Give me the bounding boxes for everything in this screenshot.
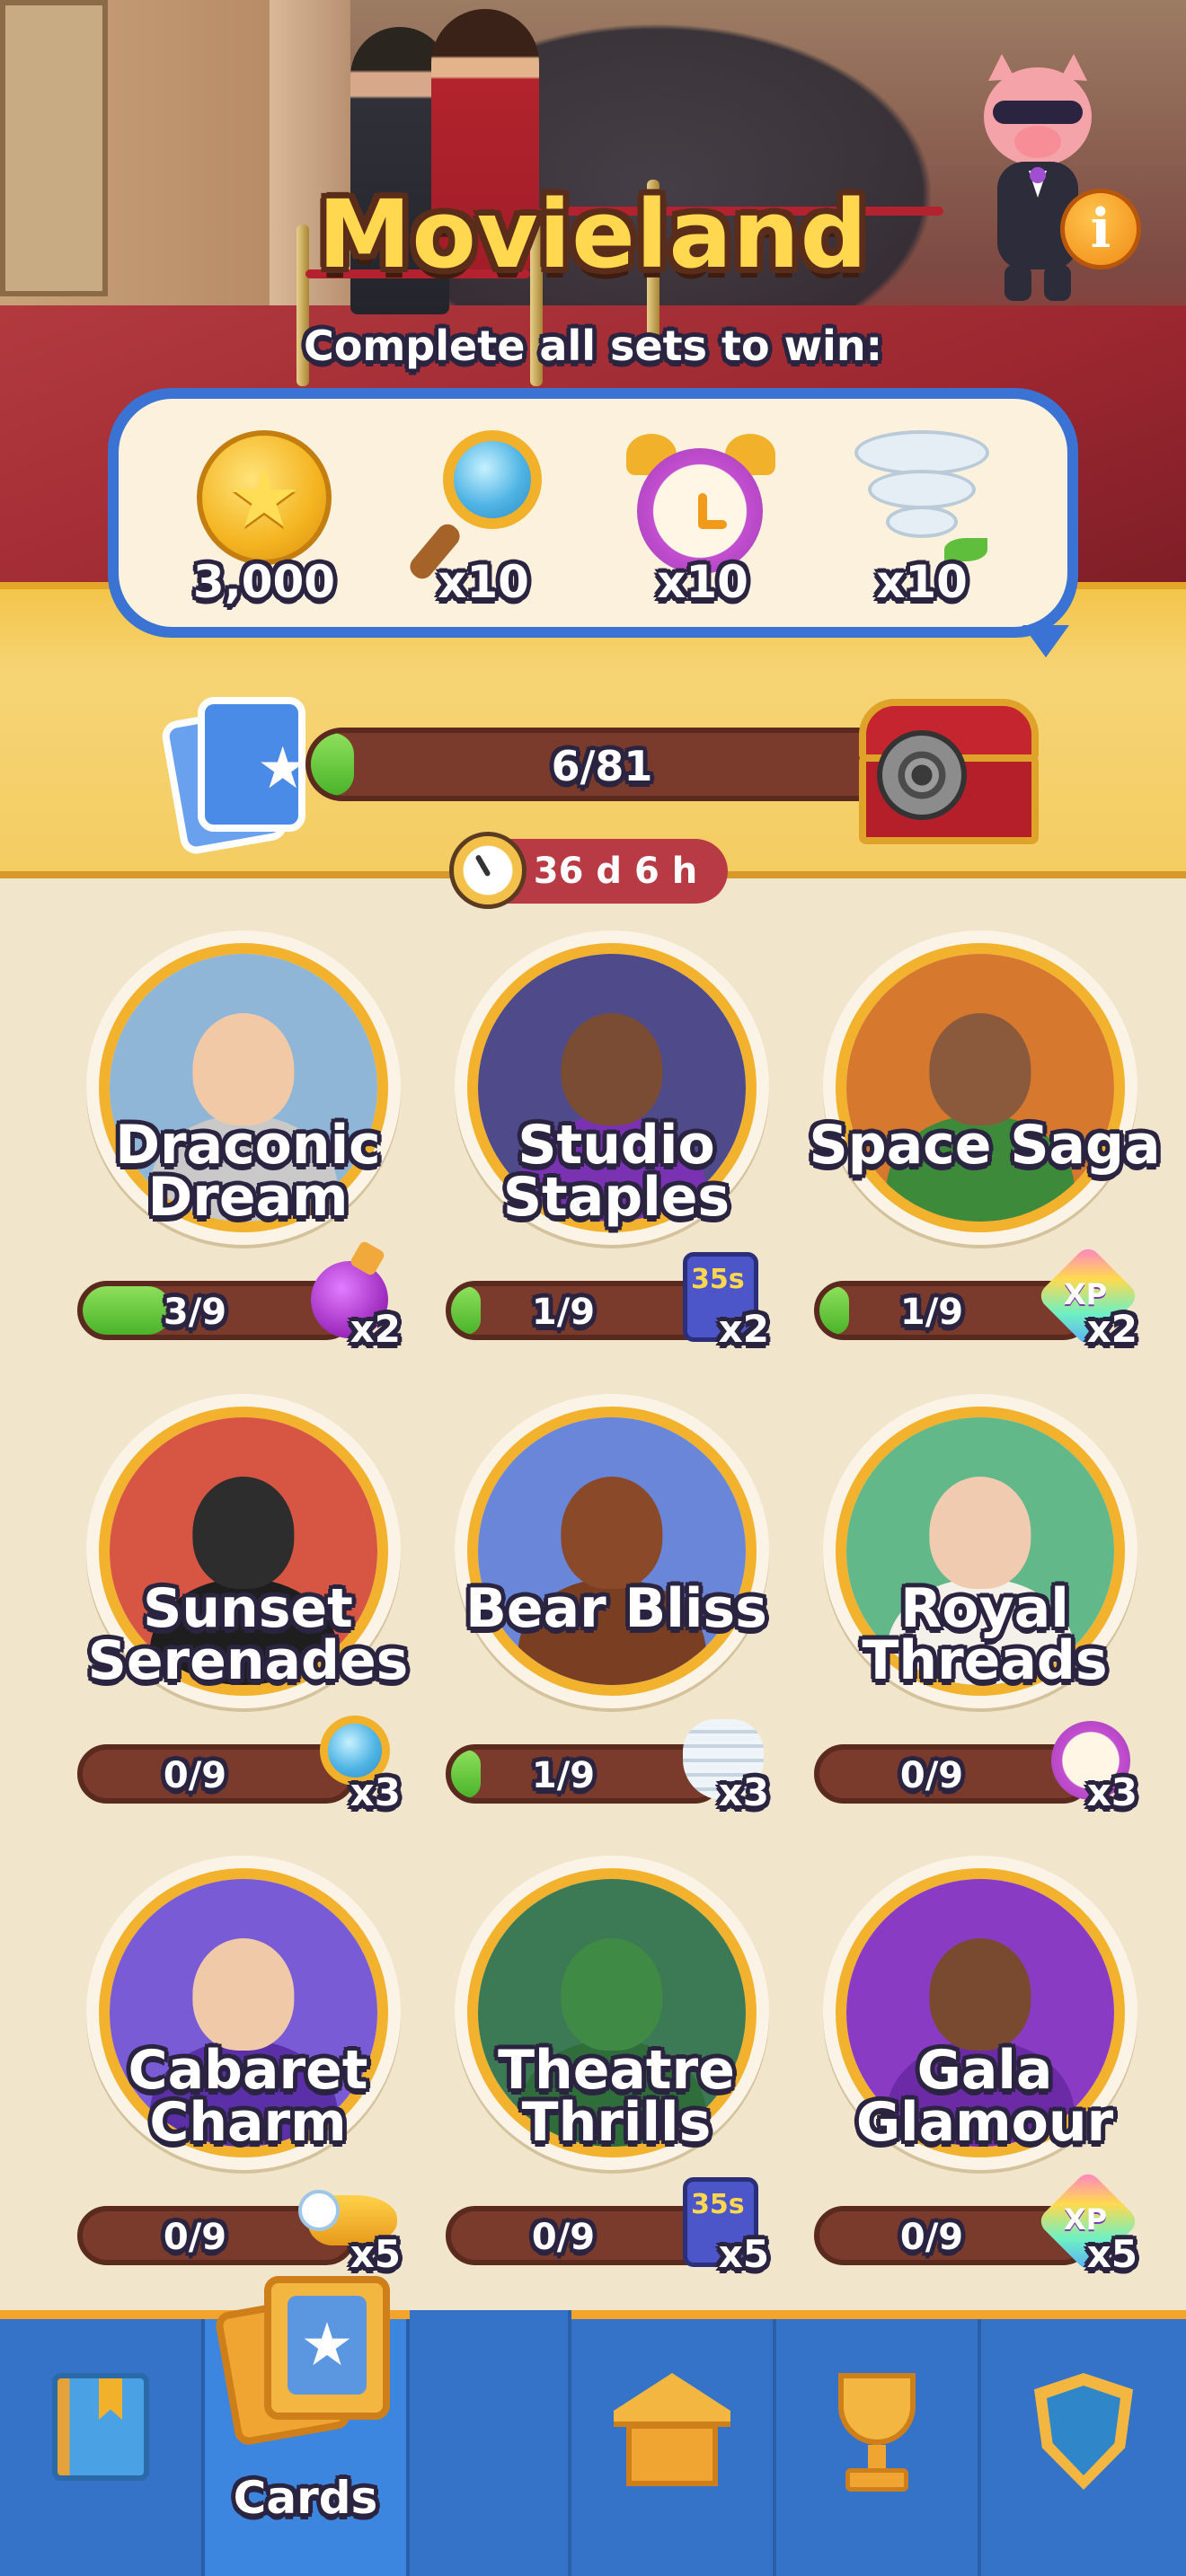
film-reel-icon — [877, 730, 967, 820]
reward-multiplier: x3 — [1086, 1770, 1137, 1814]
reward-tornado: x10 — [832, 414, 1012, 612]
battery-35s-icon: x2 — [670, 1252, 769, 1351]
event-title: Movieland — [317, 180, 869, 289]
bubble-pointer — [1022, 625, 1069, 657]
set-card[interactable]: Cabaret Charm 0/9 x5 — [59, 1856, 401, 2287]
set-progress-label: 1/9 — [531, 1292, 596, 1333]
home-icon — [614, 2373, 730, 2490]
event-timer: 36 d 6 h — [449, 832, 728, 909]
event-subtitle: Complete all sets to win: — [304, 322, 882, 370]
rocket-icon: x5 — [298, 2177, 401, 2276]
reward-multiplier: x2 — [718, 1307, 769, 1351]
reward-multiplier: x5 — [1086, 2232, 1137, 2276]
nav-tab-home[interactable] — [571, 2319, 776, 2576]
reward-multiplier: x5 — [718, 2232, 769, 2276]
reward-multiplier: x2 — [350, 1307, 401, 1351]
set-portrait — [823, 931, 1137, 1245]
set-name: Royal Threads — [862, 1577, 1108, 1692]
set-portrait — [455, 1394, 769, 1708]
tornado-icon: x3 — [670, 1716, 769, 1814]
set-card[interactable]: Gala Glamour 0/9 XP x5 — [796, 1856, 1140, 2287]
reward-quantity: 3,000 — [192, 556, 336, 608]
set-card[interactable]: Theatre Thrills 0/9 x5 — [428, 1856, 769, 2287]
set-progress-label: 0/9 — [163, 2217, 227, 2258]
set-card[interactable]: Sunset Serenades 0/9 x3 — [59, 1394, 408, 1825]
reward-quantity: x10 — [438, 556, 529, 608]
set-card[interactable]: Draconic Dream 3/9 x2 — [59, 931, 401, 1362]
set-progress-label: 0/9 — [899, 2217, 964, 2258]
nav-tab-spacer — [410, 2310, 571, 2576]
set-name: Space Saga — [809, 1114, 1161, 1177]
timer-label: 36 d 6 h — [533, 851, 698, 892]
xp-gem-icon: XP x5 — [1036, 2169, 1140, 2276]
alarm-clock-icon — [626, 430, 779, 574]
set-name: Sunset Serenades — [87, 1577, 409, 1692]
set-name: Cabaret Charm — [128, 2039, 368, 2154]
bottom-nav: Cards — [0, 2276, 1186, 2576]
progress-label: 6/81 — [551, 742, 653, 790]
set-progress-label: 3/9 — [163, 1292, 227, 1333]
collection-progress-bar: 6/81 — [305, 728, 898, 801]
reward-multiplier: x2 — [1086, 1307, 1137, 1351]
shield-icon — [1034, 2373, 1133, 2490]
coin-icon: ★ — [197, 430, 332, 565]
set-progress-label: 1/9 — [899, 1292, 964, 1333]
clock-icon — [449, 832, 527, 909]
set-name: Studio Staples — [502, 1114, 730, 1229]
nav-tab-leaderboard[interactable] — [776, 2319, 981, 2576]
set-progress-label: 1/9 — [531, 1755, 596, 1796]
nav-tab-team[interactable] — [981, 2319, 1186, 2576]
xp-gem-icon: XP x2 — [1036, 1244, 1140, 1351]
card-stack-icon: ★ — [159, 697, 314, 857]
set-card[interactable]: Bear Bliss 1/9 x3 — [428, 1394, 769, 1825]
magnifier-icon: x3 — [302, 1716, 401, 1814]
album-book-icon — [52, 2373, 149, 2481]
set-progress-label: 0/9 — [899, 1755, 964, 1796]
trophy-icon — [820, 2373, 934, 2499]
battery-35s-icon: x5 — [670, 2177, 769, 2276]
set-card[interactable]: Studio Staples 1/9 x2 — [428, 931, 769, 1362]
reward-alarm-clock: x10 — [613, 414, 792, 612]
set-progress-label: 0/9 — [163, 1755, 227, 1796]
set-name: Theatre Thrills — [498, 2039, 735, 2154]
alarm-clock-icon: x3 — [1039, 1716, 1137, 1814]
info-button[interactable]: i — [1060, 189, 1141, 269]
info-icon: i — [1090, 198, 1111, 260]
reward-multiplier: x3 — [350, 1770, 401, 1814]
reward-multiplier: x3 — [718, 1770, 769, 1814]
nav-tab-label: Cards — [233, 2472, 378, 2524]
treasure-chest-icon[interactable] — [850, 690, 1048, 851]
magnifier-icon — [405, 430, 551, 584]
set-name: Draconic Dream — [115, 1114, 381, 1229]
set-card[interactable]: Royal Threads 0/9 x3 — [796, 1394, 1137, 1825]
reward-quantity: x10 — [876, 556, 968, 608]
reward-multiplier: x5 — [350, 2232, 401, 2276]
potion-icon: x2 — [302, 1252, 401, 1351]
nav-tab-album[interactable] — [0, 2319, 205, 2576]
cards-icon — [213, 2276, 390, 2448]
set-card[interactable]: Space Saga 1/9 XP x2 — [796, 931, 1160, 1362]
set-name: Bear Bliss — [465, 1577, 767, 1640]
set-progress-label: 0/9 — [531, 2217, 596, 2258]
set-name: Gala Glamour — [855, 2039, 1114, 2154]
reward-quantity: x10 — [657, 556, 748, 608]
reward-coins: ★ 3,000 — [174, 414, 354, 612]
completion-rewards-panel: ★ 3,000 x10 x10 x10 — [108, 388, 1078, 657]
nav-tab-cards[interactable]: Cards — [205, 2276, 410, 2576]
reward-magnifier: x10 — [394, 414, 573, 612]
